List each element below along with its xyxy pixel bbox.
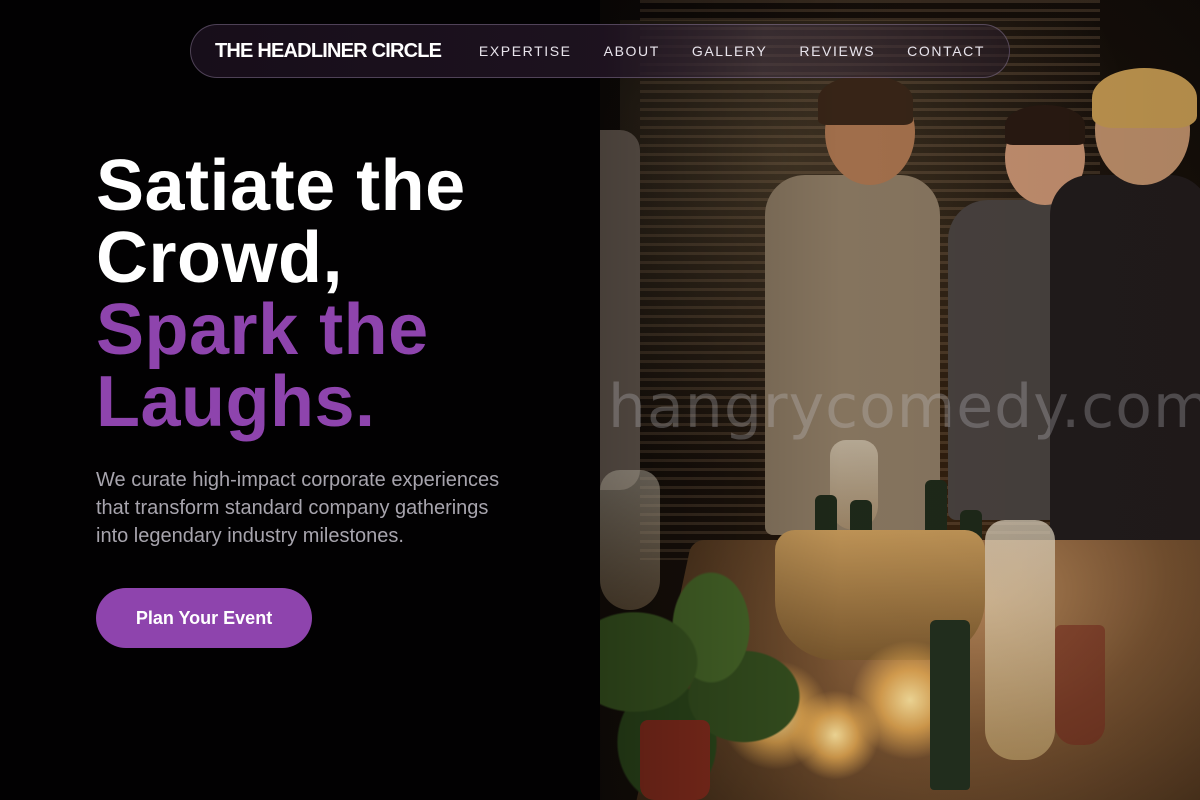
headline-line-1: Satiate the [96,146,466,226]
brand-logo-text[interactable]: THE HEADLINER CIRCLE [215,40,442,63]
headline-accent-line-1: Spark the [96,290,429,370]
nav-link-contact[interactable]: CONTACT [907,43,985,59]
plan-event-button[interactable]: Plan Your Event [96,588,312,648]
nav-link-reviews[interactable]: REVIEWS [799,43,875,59]
nav-links: EXPERTISE ABOUT GALLERY REVIEWS CONTACT [479,43,985,59]
top-navbar: THE HEADLINER CIRCLE EXPERTISE ABOUT GAL… [190,24,1010,78]
headline-accent-line-2: Laughs. [96,362,376,442]
headline-line-2: Crowd, [96,218,343,298]
hero-section: Satiate the Crowd, Spark the Laughs. We … [96,150,566,550]
hero-subtext: We curate high-impact corporate experien… [96,469,500,547]
hero-headline: Satiate the Crowd, Spark the Laughs. [96,150,566,438]
nav-link-about[interactable]: ABOUT [604,43,660,59]
nav-link-expertise[interactable]: EXPERTISE [479,43,572,59]
watermark: hangrycomedy.com [608,372,1200,442]
nav-link-gallery[interactable]: GALLERY [692,43,768,59]
